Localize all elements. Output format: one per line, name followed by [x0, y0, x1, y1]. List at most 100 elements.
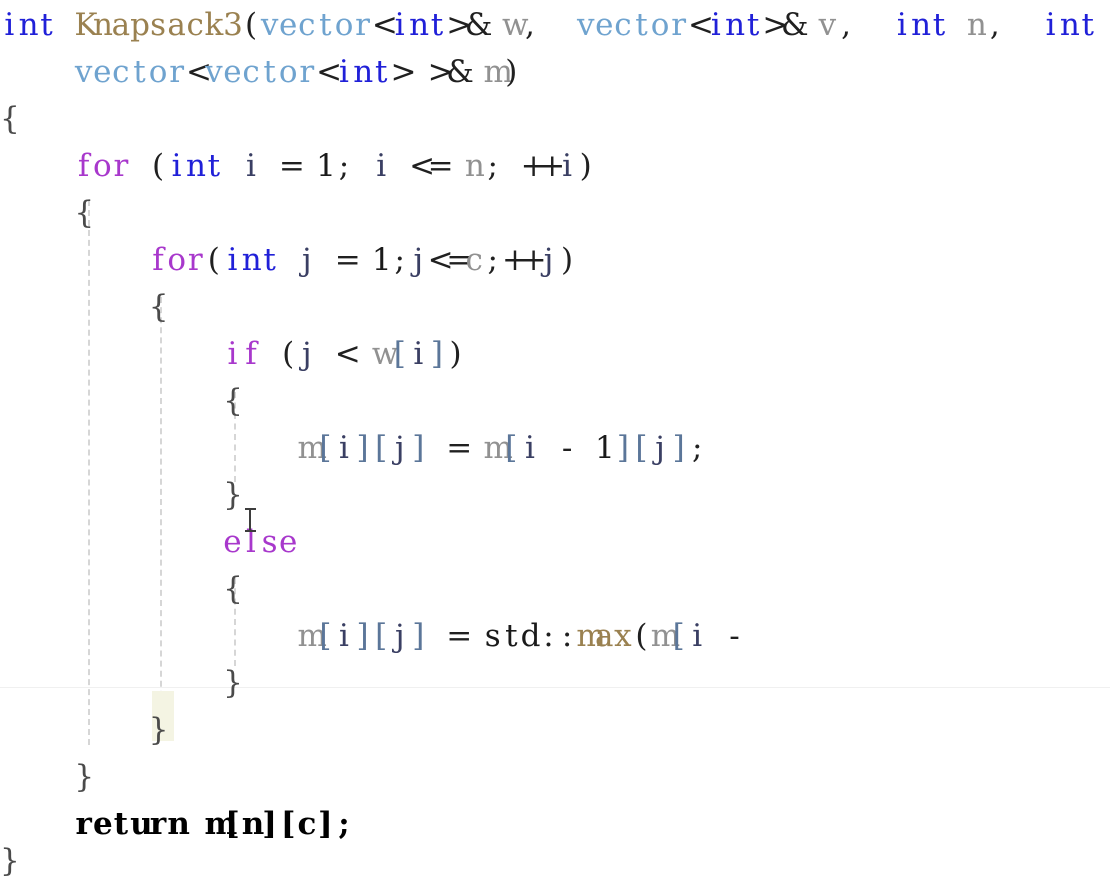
ibeam-stem	[249, 510, 251, 530]
code-lines-layer[interactable]: i nt Knapsack3(vec tor<i nt>& w, vec tor<i nt…	[0, 0, 1110, 895]
code-token: ,	[524, 7, 535, 43]
code-token: j	[394, 618, 405, 654]
code-line[interactable]: }	[0, 472, 1110, 519]
code-token: ++	[502, 242, 547, 278]
code-token: j	[301, 336, 312, 372]
code-token: i	[562, 148, 573, 184]
code-token: }	[223, 477, 243, 513]
code-token: (	[282, 336, 295, 372]
code-token: ;	[487, 148, 498, 184]
code-token: i nt	[896, 7, 946, 43]
ibeam-cap-bottom	[245, 530, 256, 532]
code-token: j	[301, 242, 312, 278]
code-token: ]	[616, 430, 629, 466]
code-line[interactable]: {	[0, 378, 1110, 425]
code-line[interactable]: vec tor<vec tor<i nt> >& m)	[0, 49, 1110, 96]
code-token: &	[780, 7, 809, 43]
code-line[interactable]: }	[0, 707, 1110, 754]
code-token: i	[524, 430, 535, 466]
code-line[interactable]: f or (i nt i = 1; i <= n; ++i)	[0, 143, 1110, 190]
code-token: ++	[520, 148, 566, 184]
code-token: 1	[316, 148, 336, 184]
code-token: ;	[338, 148, 350, 184]
code-token: c	[465, 242, 483, 278]
code-token: <	[316, 54, 343, 90]
code-token: i	[376, 148, 387, 184]
code-token: i	[339, 430, 349, 466]
code-token: (	[151, 148, 165, 184]
code-token: =	[278, 148, 305, 184]
code-token: -	[561, 430, 573, 466]
code-token: [	[319, 618, 332, 654]
code-token: 1	[595, 430, 615, 466]
code-line[interactable]: {	[0, 566, 1110, 613]
code-token: }	[74, 759, 95, 795]
code-token: vec tor	[576, 7, 687, 43]
code-token: &	[446, 54, 474, 90]
code-line[interactable]: e l se	[0, 519, 1110, 566]
code-token: m	[297, 618, 327, 654]
code-line[interactable]: m[i][j] = s td:: max(m[i -	[0, 613, 1110, 660]
code-line[interactable]: if (j < w[i])	[0, 331, 1110, 378]
code-line[interactable]: m[i][j] = m[i - 1][j];	[0, 425, 1110, 472]
code-token: 1	[371, 242, 392, 278]
code-token: ::	[543, 618, 573, 654]
code-token: )	[449, 336, 462, 372]
code-token: i nt	[1045, 7, 1094, 43]
code-line[interactable]: f or(i nt j = 1; j <=c; ++j)	[0, 237, 1110, 284]
code-line[interactable]: }	[0, 754, 1110, 801]
code-token: i	[246, 148, 256, 184]
code-token: m	[483, 430, 513, 466]
code-line[interactable]: {	[0, 190, 1110, 237]
code-token: [	[635, 430, 648, 466]
code-token: >	[390, 54, 417, 90]
code-token: }	[223, 665, 243, 701]
code-line[interactable]: {	[0, 284, 1110, 331]
code-token: <	[185, 54, 212, 90]
code-token: [	[393, 336, 406, 372]
code-token: ]	[430, 336, 443, 372]
code-line[interactable]: i nt Knapsack3(vec tor<i nt>& w, vec tor<i nt…	[0, 2, 1110, 49]
code-editor-canvas[interactable]: i nt Knapsack3(vec tor<i nt>& w, vec tor<i nt…	[0, 0, 1110, 895]
code-token: [	[375, 430, 388, 466]
code-line[interactable]: }	[0, 660, 1110, 707]
code-token: <	[687, 7, 714, 43]
code-token: m	[483, 54, 513, 90]
code-token: }	[0, 843, 20, 879]
code-token: ]	[356, 618, 369, 654]
code-line[interactable]: }	[0, 838, 1110, 885]
text-ibeam-cursor	[245, 508, 256, 532]
code-token: &	[464, 7, 493, 43]
code-token: j	[394, 430, 405, 466]
code-token: w	[502, 7, 529, 43]
code-token: {	[223, 571, 243, 607]
code-token: i	[339, 618, 349, 654]
code-token: max	[576, 618, 632, 654]
code-token: [	[505, 430, 518, 466]
code-line[interactable]: {	[0, 96, 1110, 143]
code-token: }	[148, 712, 169, 748]
